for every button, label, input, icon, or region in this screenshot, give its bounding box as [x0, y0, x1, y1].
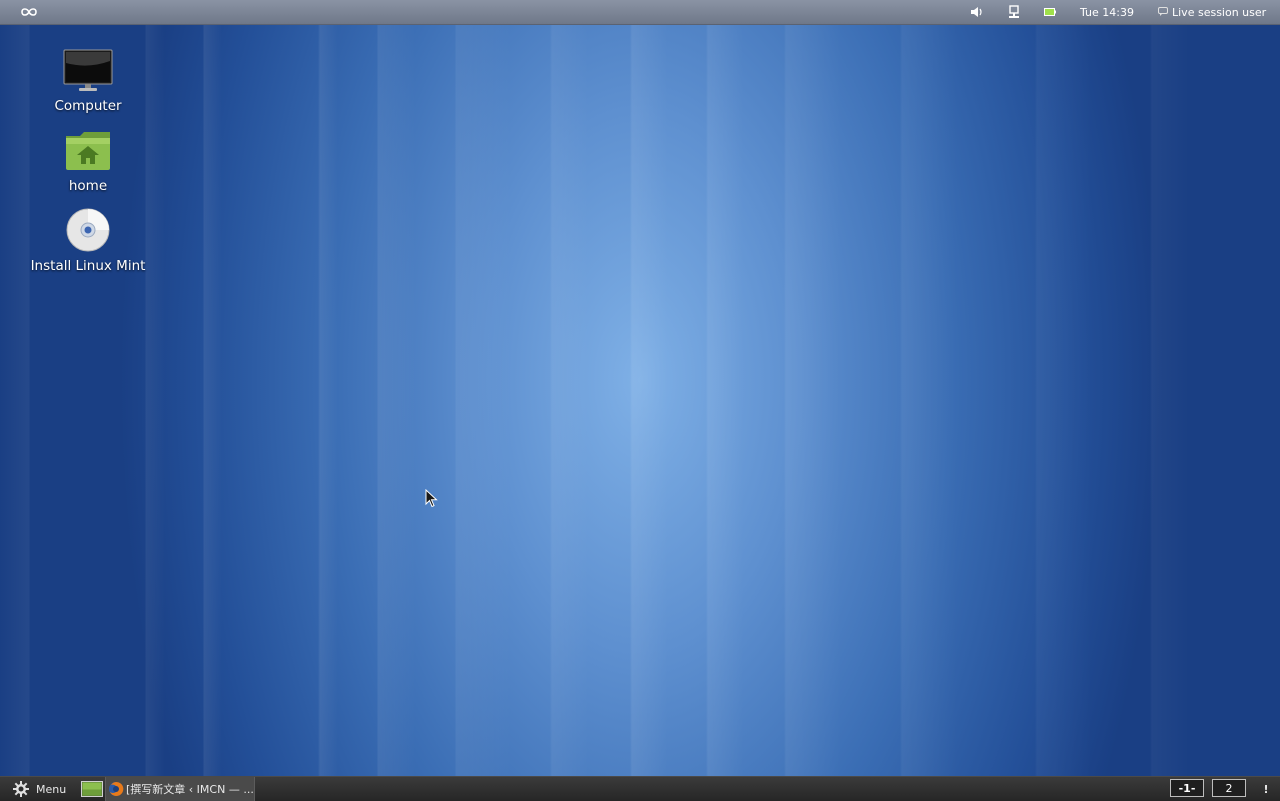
desktop-icon-home[interactable]: home	[8, 126, 168, 194]
workspace-button-1[interactable]: -1-	[1170, 779, 1204, 797]
desktop-icon-label: home	[68, 178, 108, 194]
desktop-icon-install-linux-mint[interactable]: Install Linux Mint	[8, 206, 168, 274]
top-panel: Tue 14:39 Live session user	[0, 0, 1280, 25]
show-desktop-button[interactable]	[80, 777, 104, 801]
menu-label: Menu	[36, 782, 67, 796]
workspace-button-2[interactable]: 2	[1212, 779, 1246, 797]
infinity-logo-icon[interactable]	[18, 0, 40, 24]
user-label: Live session user	[1172, 5, 1267, 19]
gear-icon	[12, 780, 30, 798]
desktop-background[interactable]	[0, 0, 1280, 800]
battery-icon[interactable]	[1042, 0, 1058, 24]
bottom-panel: Menu [撰写新文章 ‹ IMCN — ... -1- 2 !	[0, 776, 1280, 801]
user-menu[interactable]: Live session user	[1158, 0, 1266, 24]
network-icon[interactable]	[1006, 0, 1022, 24]
show-desktop-icon	[81, 781, 103, 797]
desktop-icon-label: Computer	[54, 98, 122, 114]
monitor-icon	[63, 46, 113, 94]
desktop-icon-computer[interactable]: Computer	[8, 46, 168, 114]
notification-indicator[interactable]: !	[1260, 777, 1272, 801]
home-folder-icon	[64, 126, 112, 174]
volume-icon[interactable]	[968, 0, 986, 24]
taskbar-window-button[interactable]: [撰写新文章 ‹ IMCN — ...	[105, 777, 255, 801]
taskbar-window-title: [撰写新文章 ‹ IMCN — ...	[126, 783, 254, 796]
menu-button[interactable]: Menu	[12, 777, 66, 801]
user-chat-icon	[1158, 7, 1168, 17]
disc-icon	[65, 206, 111, 254]
desktop-icon-label: Install Linux Mint	[30, 258, 146, 274]
clock[interactable]: Tue 14:39	[1080, 0, 1134, 24]
firefox-icon	[108, 781, 124, 797]
mouse-cursor-icon	[425, 488, 439, 513]
